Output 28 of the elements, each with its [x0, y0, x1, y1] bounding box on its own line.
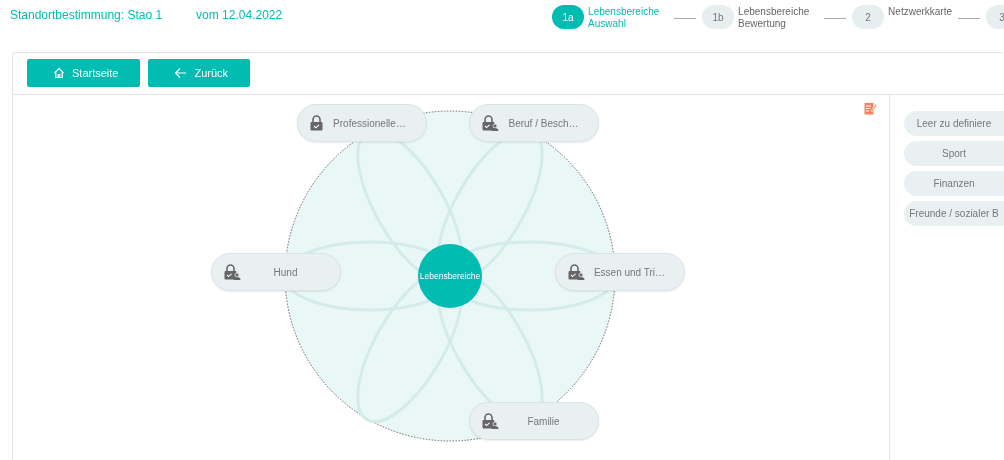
lock-user-icon — [482, 115, 499, 131]
life-area-node[interactable]: Hund — [211, 253, 341, 291]
step-label: Netzwerkkarte — [888, 6, 952, 18]
life-area-item[interactable]: Finanzen — [904, 171, 1004, 196]
lock-user-icon — [482, 413, 499, 429]
lock-user-icon — [224, 264, 241, 280]
step-label: Lebensbereiche Bewertung — [738, 6, 811, 30]
step-label: Lebensbereiche Auswahl — [588, 6, 661, 30]
life-area-node[interactable]: Professionelle… — [297, 104, 427, 142]
life-area-item[interactable]: Freunde / sozialer B — [904, 201, 1004, 226]
date-label: vom 12.04.2022 — [196, 8, 283, 22]
back-button[interactable]: Zurück — [148, 59, 251, 87]
left-arrow-icon — [174, 67, 188, 79]
step-number[interactable]: 2 — [852, 5, 885, 29]
step-number[interactable]: 3 — [986, 5, 1004, 29]
step-number[interactable]: 1a — [552, 5, 585, 29]
life-area-item[interactable]: Sport — [904, 141, 1004, 166]
home-icon — [53, 67, 65, 79]
life-area-node[interactable]: Essen und Tri… — [555, 253, 685, 291]
life-area-node[interactable]: Familie — [469, 402, 599, 440]
life-area-item[interactable]: Leer zu definiere — [904, 111, 1004, 136]
step-number[interactable]: 1b — [702, 5, 735, 29]
lock-icon — [310, 115, 323, 131]
home-button[interactable]: Startseite — [27, 59, 141, 87]
edit-icon[interactable] — [864, 102, 877, 115]
life-area-node[interactable]: Beruf / Besch… — [469, 104, 599, 142]
lock-user-icon — [568, 264, 585, 280]
page-title: Standortbestimmung: Stao 1 — [10, 8, 163, 22]
